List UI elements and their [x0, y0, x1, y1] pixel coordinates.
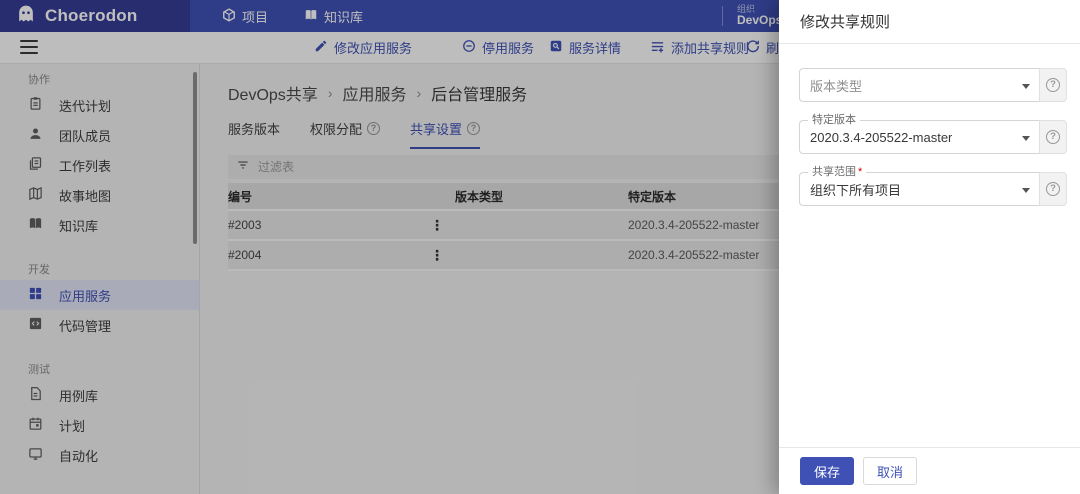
help-icon [1046, 182, 1060, 196]
edit-share-rule-panel: 修改共享规则 版本类型 特定版本 2020.3.4-205522-master [779, 0, 1080, 494]
save-button[interactable]: 保存 [800, 457, 854, 485]
chevron-down-icon [1022, 188, 1030, 193]
panel-footer: 保存 取消 [779, 447, 1080, 494]
required-asterisk: * [858, 166, 862, 178]
chevron-down-icon [1022, 84, 1030, 89]
share-scope-select[interactable]: 共享范围* 组织下所有项目 [799, 172, 1039, 206]
help-icon [1046, 78, 1060, 92]
help-icon [1046, 130, 1060, 144]
field-label: 特定版本 [808, 113, 860, 127]
share-scope-value: 组织下所有项目 [810, 180, 901, 199]
specific-version-value: 2020.3.4-205522-master [810, 130, 952, 145]
version-type-placeholder: 版本类型 [810, 76, 862, 95]
cancel-button[interactable]: 取消 [863, 457, 917, 485]
specific-version-select[interactable]: 特定版本 2020.3.4-205522-master [799, 120, 1039, 154]
version-type-help-addon[interactable] [1039, 68, 1067, 102]
field-label: 共享范围* [808, 165, 866, 179]
panel-title: 修改共享规则 [779, 0, 1080, 44]
modal-mask[interactable] [0, 0, 779, 494]
version-type-select[interactable]: 版本类型 [799, 68, 1039, 102]
specific-version-help-addon[interactable] [1039, 120, 1067, 154]
field-version-type: 版本类型 [799, 68, 1067, 102]
field-share-scope: 共享范围* 组织下所有项目 [799, 172, 1067, 206]
share-scope-help-addon[interactable] [1039, 172, 1067, 206]
chevron-down-icon [1022, 136, 1030, 141]
field-specific-version: 特定版本 2020.3.4-205522-master [799, 120, 1067, 154]
app-root: Choerodon 项目 知识库 组织 DevOps2 [0, 0, 1080, 494]
